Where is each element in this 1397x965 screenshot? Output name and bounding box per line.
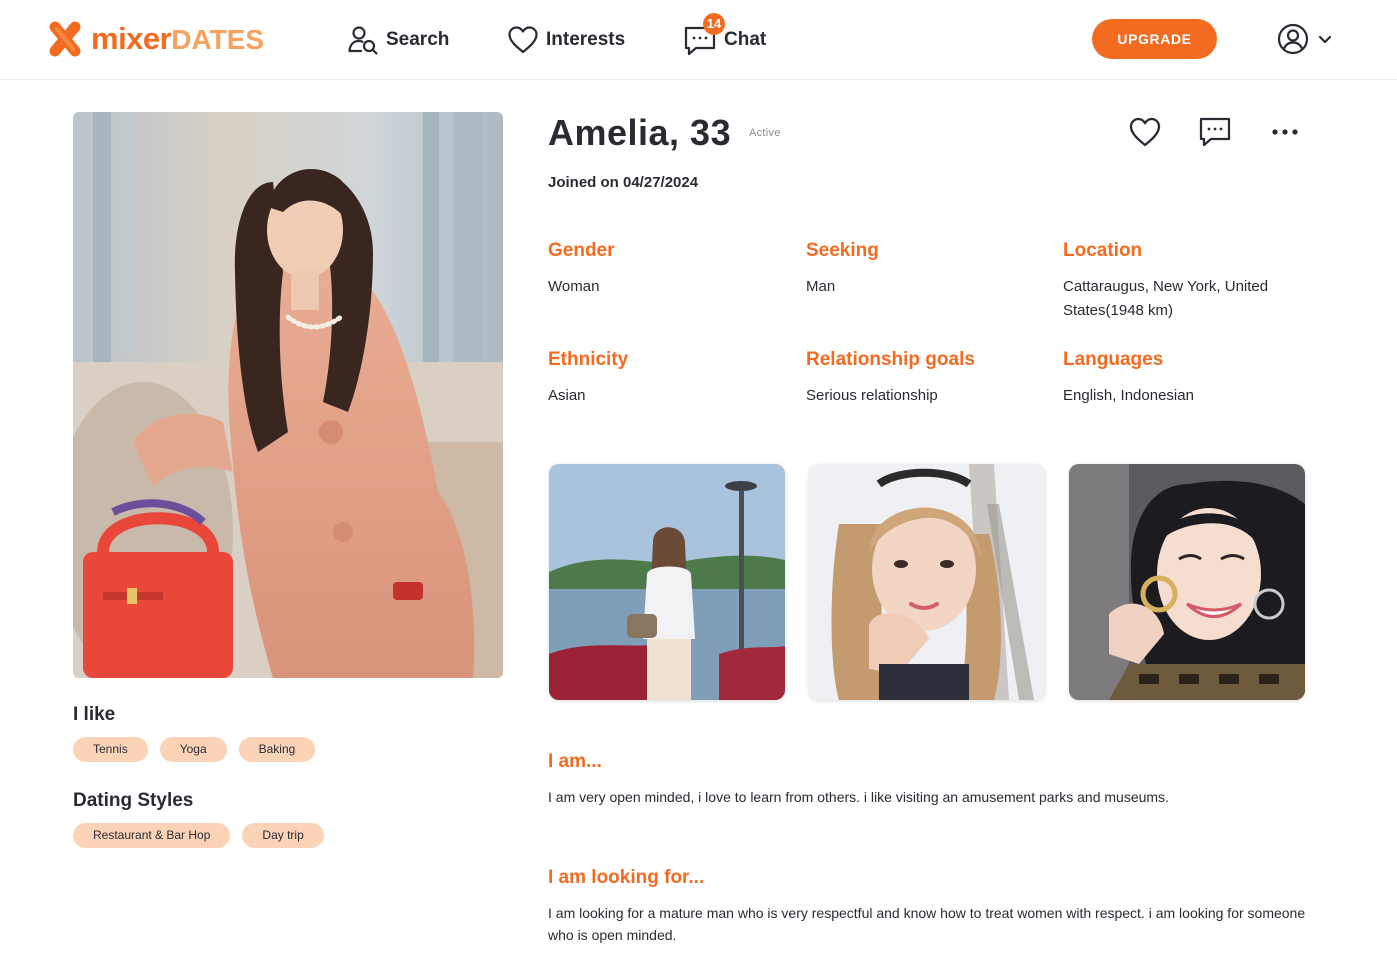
mixerdates-logo[interactable]: mixerDATES (48, 20, 264, 58)
heart-outline-icon (1129, 117, 1161, 147)
like-profile-button[interactable] (1127, 114, 1163, 150)
nav-chat[interactable]: 14 Chat (683, 13, 767, 58)
i-am-heading: I am... (548, 751, 602, 772)
likes-heading: I like (73, 704, 116, 725)
nav-interests-label: Interests (546, 29, 626, 50)
joined-date: Joined on 04/27/2024 (548, 174, 699, 191)
nav-search-label: Search (386, 29, 450, 50)
ethnicity-label: Ethnicity (548, 349, 629, 370)
seeking-label: Seeking (806, 240, 879, 261)
x-logo-icon (49, 21, 81, 57)
chevron-down-icon (1318, 35, 1332, 44)
main-photo-image (73, 112, 503, 678)
location-label: Location (1063, 240, 1143, 261)
relationship-goals-label: Relationship goals (806, 349, 975, 370)
like-tag: Tennis (73, 737, 148, 762)
photo-thumbnail-1[interactable] (549, 464, 785, 700)
ethnicity-value: Asian (548, 387, 586, 404)
message-profile-button[interactable] (1197, 114, 1233, 150)
gender-label: Gender (548, 240, 615, 261)
status-badge: Active (749, 127, 781, 139)
account-menu[interactable] (1277, 22, 1334, 56)
looking-for-heading: I am looking for... (548, 867, 705, 888)
dating-styles-heading: Dating Styles (73, 790, 194, 811)
more-dots-icon (1272, 129, 1298, 135)
looking-for-text: I am looking for a mature man who is ver… (548, 905, 1306, 943)
dating-style-tag: Restaurant & Bar Hop (73, 823, 231, 848)
user-circle-icon (1277, 23, 1309, 55)
logo-text-mixer: mixer (91, 20, 172, 56)
thumbnail-lake-image (549, 464, 785, 700)
nav-chat-label: Chat (724, 29, 767, 50)
like-tag: Yoga (159, 737, 227, 762)
like-tag: Baking (238, 737, 316, 762)
photo-thumbnail-2[interactable] (809, 464, 1045, 700)
chat-unread-badge: 14 (703, 13, 725, 35)
photo-thumbnail-3[interactable] (1069, 464, 1305, 700)
heart-icon (508, 26, 538, 54)
likes-tag-list: Tennis Yoga Baking (73, 737, 316, 762)
nav-interests[interactable]: Interests (507, 22, 625, 58)
thumbnail-selfie-image (809, 464, 1045, 700)
thumbnail-smile-image (1069, 464, 1305, 700)
upgrade-button[interactable]: UPGRADE (1092, 19, 1217, 59)
nav-search[interactable]: Search (347, 22, 449, 58)
profile-name-age: Amelia, 33 (548, 112, 732, 153)
more-options-button[interactable] (1267, 114, 1303, 150)
chat-icon-wrapper: 14 (683, 13, 725, 57)
message-icon (1199, 117, 1231, 147)
relationship-goals-value: Serious relationship (806, 387, 938, 404)
i-am-text: I am very open minded, i love to learn f… (548, 789, 1169, 805)
search-user-icon (348, 26, 378, 55)
location-value: Cattaraugus, New York, United States(194… (1063, 278, 1269, 319)
languages-value: English, Indonesian (1063, 387, 1194, 404)
logo-wordmark: mixerDATES (91, 20, 264, 59)
main-profile-photo[interactable] (73, 112, 503, 678)
languages-label: Languages (1063, 349, 1164, 370)
top-navigation-bar: mixerDATES Search Interests 14 Chat UPGR… (0, 0, 1397, 80)
dating-style-tag: Day trip (242, 823, 324, 848)
seeking-value: Man (806, 278, 836, 295)
dating-styles-tag-list: Restaurant & Bar Hop Day trip (73, 823, 324, 848)
logo-text-dates: DATES (171, 23, 265, 55)
gender-value: Woman (548, 278, 600, 295)
